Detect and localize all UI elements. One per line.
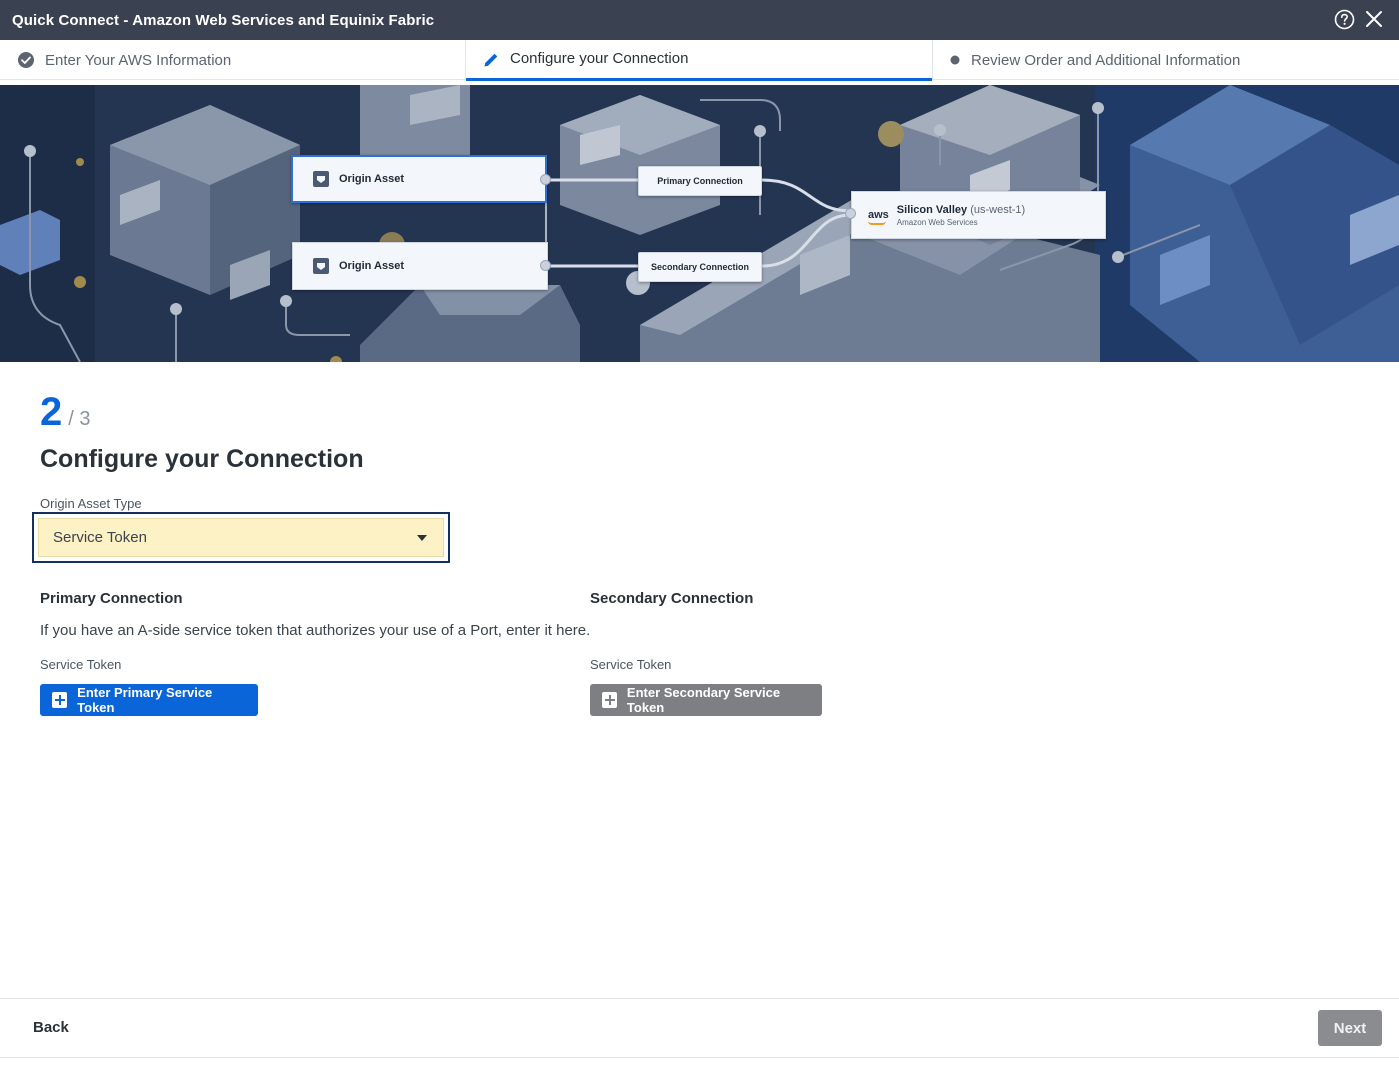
aws-destination-card: aws Silicon Valley (us-west-1) Amazon We… (851, 191, 1106, 239)
select-value-box[interactable]: Service Token (38, 518, 444, 557)
primary-connection-description: If you have an A-side service token that… (40, 622, 591, 639)
title-bar: Quick Connect - Amazon Web Services and … (0, 0, 1399, 40)
destination-name: Silicon Valley (896, 203, 968, 216)
origin-asset-type-select[interactable]: Service Token (32, 512, 450, 563)
connector-dot (540, 260, 551, 271)
step-enter-aws-info[interactable]: Enter Your AWS Information (0, 40, 466, 80)
wizard-footer: Back Next (0, 998, 1399, 1058)
card-label: Origin Asset (339, 173, 404, 185)
destination-region: (us-west-1) (970, 203, 1026, 216)
secondary-connection-heading: Secondary Connection (590, 590, 754, 607)
port-icon (313, 171, 329, 187)
current-step-number: 2 (40, 390, 63, 434)
aws-logo: aws (868, 209, 889, 225)
step-label: Review Order and Additional Information (971, 51, 1241, 69)
page-title: Configure your Connection (40, 445, 364, 473)
secondary-origin-asset-card: Origin Asset (292, 242, 548, 290)
primary-connection-heading: Primary Connection (40, 590, 183, 607)
origin-asset-type-label: Origin Asset Type (40, 496, 142, 511)
port-icon (313, 258, 329, 274)
primary-origin-asset-card: Origin Asset (291, 155, 547, 203)
wizard-stepper: Enter Your AWS Information Configure you… (0, 40, 1399, 81)
total-steps: / 3 (68, 408, 91, 430)
step-review-order[interactable]: Review Order and Additional Information (933, 40, 1399, 80)
plus-icon (602, 692, 617, 708)
step-label: Enter Your AWS Information (45, 51, 232, 69)
button-label: Enter Primary Service Token (77, 685, 213, 715)
primary-service-token-label: Service Token (40, 657, 122, 672)
back-button[interactable]: Back (33, 1019, 69, 1036)
help-icon (1334, 9, 1354, 29)
selected-value: Service Token (53, 529, 147, 546)
step-configure-connection[interactable]: Configure your Connection (466, 40, 933, 81)
close-button[interactable] (1363, 8, 1385, 30)
connector-dot (540, 174, 551, 185)
card-label: Origin Asset (339, 260, 404, 272)
button-label: Enter Secondary Service Token (626, 685, 781, 715)
connection-diagram-banner: Origin Asset Origin Asset Primary Connec… (0, 85, 1399, 362)
next-button[interactable]: Next (1318, 1010, 1382, 1046)
destination-provider: Amazon Web Services (896, 217, 978, 227)
help-button[interactable] (1333, 8, 1355, 30)
close-icon (1366, 11, 1382, 27)
plus-icon (52, 692, 68, 708)
card-label: Secondary Connection (650, 262, 749, 272)
check-circle-icon (17, 51, 35, 69)
card-label: Primary Connection (657, 176, 743, 186)
enter-primary-service-token-button[interactable]: Enter Primary Service Token (40, 684, 258, 716)
pencil-icon (482, 51, 500, 69)
enter-secondary-service-token-button[interactable]: Enter Secondary Service Token (590, 684, 822, 716)
window-title: Quick Connect - Amazon Web Services and … (12, 11, 435, 29)
step-label: Configure your Connection (510, 49, 689, 67)
secondary-service-token-label: Service Token (590, 657, 672, 672)
bullet-icon (949, 54, 961, 66)
connector-dot (845, 208, 856, 219)
secondary-connection-card: Secondary Connection (638, 252, 762, 282)
step-counter: 2 / 3 (40, 392, 91, 432)
primary-connection-card: Primary Connection (638, 166, 762, 196)
isometric-background (0, 85, 1399, 362)
caret-down-icon (417, 535, 427, 541)
